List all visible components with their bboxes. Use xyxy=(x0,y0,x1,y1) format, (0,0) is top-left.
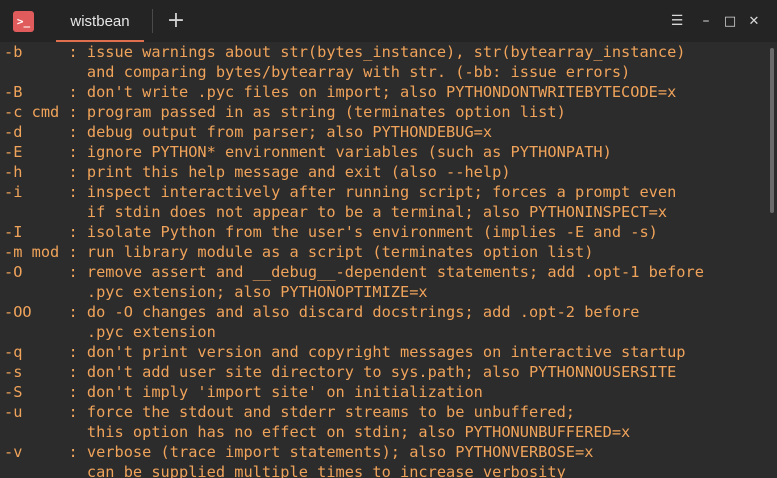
close-icon: ✕ xyxy=(748,13,760,29)
terminal-line: -q : don't print version and copyright m… xyxy=(4,343,686,361)
tab-wistbean[interactable]: wistbean xyxy=(48,0,152,42)
terminal-line: -d : debug output from parser; also PYTH… xyxy=(4,123,493,141)
terminal-window: >_ wistbean + ☰ – □ ✕ -b : issue warning… xyxy=(0,0,777,478)
terminal-line: -i : inspect interactively after running… xyxy=(4,183,677,201)
terminal-line: -c cmd : program passed in as string (te… xyxy=(4,103,566,121)
terminal-line: -OO : do -O changes and also discard doc… xyxy=(4,303,640,321)
terminal-line: .pyc extension xyxy=(4,323,216,341)
terminal-line: -S : don't imply 'import site' on initia… xyxy=(4,383,483,401)
terminal-line: -E : ignore PYTHON* environment variable… xyxy=(4,143,612,161)
terminal-line: -B : don't write .pyc files on import; a… xyxy=(4,83,677,101)
minimize-button[interactable]: – xyxy=(697,12,715,30)
terminal-line: -v : verbose (trace import statements); … xyxy=(4,443,594,461)
terminal-line: this option has no effect on stdin; also… xyxy=(4,423,631,441)
tab-label: wistbean xyxy=(70,12,130,30)
terminal-output[interactable]: -b : issue warnings about str(bytes_inst… xyxy=(0,42,777,478)
menu-button[interactable]: ☰ xyxy=(668,12,686,30)
close-button[interactable]: ✕ xyxy=(745,12,763,30)
plus-icon: + xyxy=(166,8,186,33)
terminal-line: -h : print this help message and exit (a… xyxy=(4,163,511,181)
terminal-line: -I : isolate Python from the user's envi… xyxy=(4,223,658,241)
new-tab-button[interactable]: + xyxy=(165,10,187,32)
terminal-line: -s : don't add user site directory to sy… xyxy=(4,363,677,381)
terminal-app-icon: >_ xyxy=(13,11,34,32)
title-bar: >_ wistbean + ☰ – □ ✕ xyxy=(0,0,777,42)
terminal-line: -u : force the stdout and stderr streams… xyxy=(4,403,575,421)
scrollbar-thumb[interactable] xyxy=(770,48,774,213)
terminal-line: .pyc extension; also PYTHONOPTIMIZE=x xyxy=(4,283,428,301)
minimize-icon: – xyxy=(702,13,710,29)
terminal-line: -O : remove assert and __debug__-depende… xyxy=(4,263,704,281)
terminal-line: if stdin does not appear to be a termina… xyxy=(4,203,668,221)
hamburger-menu-icon: ☰ xyxy=(670,13,684,29)
terminal-line: -m mod : run library module as a script … xyxy=(4,243,594,261)
maximize-icon: □ xyxy=(723,13,737,29)
terminal-line: and comparing bytes/bytearray with str. … xyxy=(4,63,631,81)
terminal-line: -b : issue warnings about str(bytes_inst… xyxy=(4,43,686,61)
maximize-button[interactable]: □ xyxy=(721,12,739,30)
terminal-line: can be supplied multiple times to increa… xyxy=(4,463,566,478)
tab-divider xyxy=(152,9,153,33)
